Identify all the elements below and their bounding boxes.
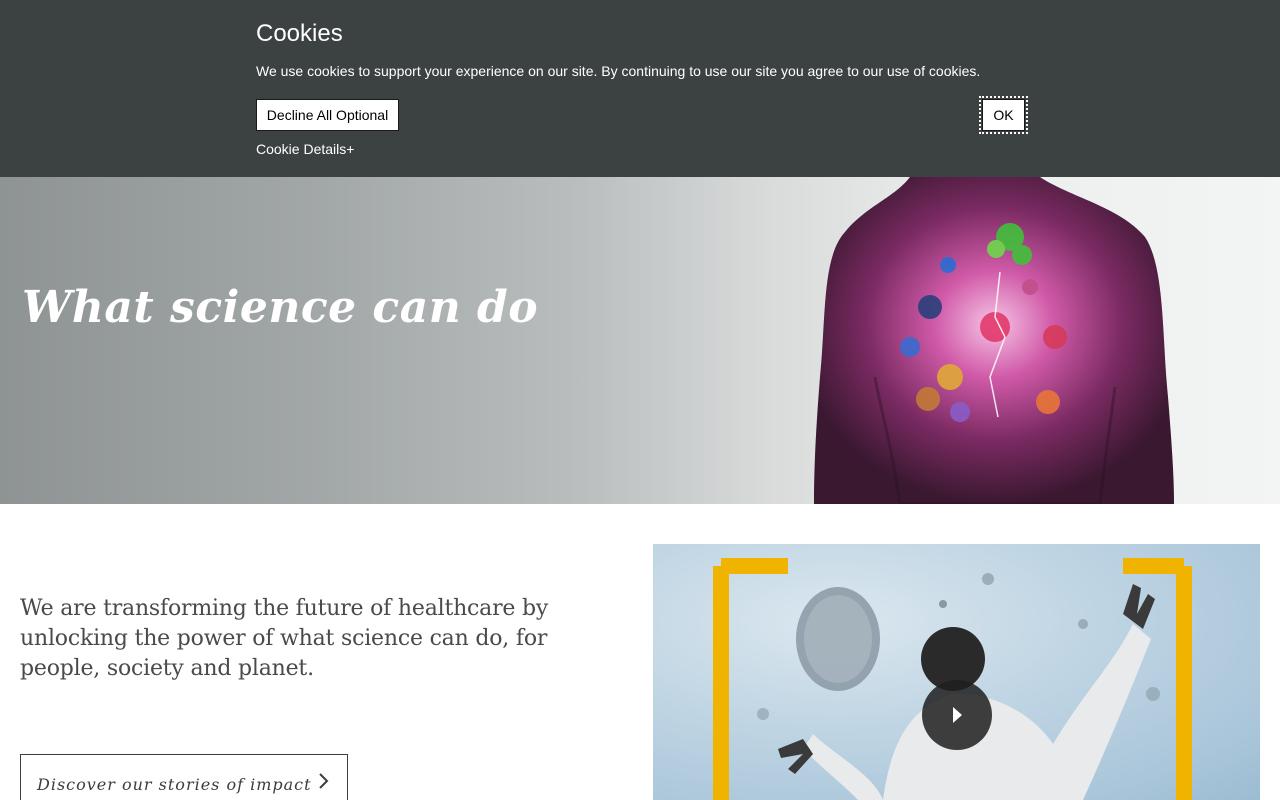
cookie-title: Cookies: [256, 20, 343, 47]
chevron-right-icon: [319, 773, 329, 789]
play-icon: [953, 707, 962, 723]
human-back-illustration: [814, 177, 1174, 504]
cookie-banner: Cookies We use cookies to support your e…: [0, 0, 1280, 177]
cookie-message: We use cookies to support your experienc…: [256, 63, 981, 79]
hero-title: What science can do: [22, 282, 539, 333]
video-thumbnail[interactable]: [653, 544, 1260, 800]
hero-banner: What science can do: [0, 177, 1280, 504]
ok-button[interactable]: OK: [979, 96, 1028, 134]
decline-optional-button[interactable]: Decline All Optional: [256, 99, 399, 131]
discover-stories-button[interactable]: Discover our stories of impact: [20, 754, 348, 800]
play-button[interactable]: [922, 680, 992, 750]
intro-statement: We are transforming the future of health…: [20, 596, 549, 681]
discover-stories-label: Discover our stories of impact: [37, 774, 312, 794]
cookie-details-link[interactable]: Cookie Details+: [256, 141, 354, 157]
scientist-image: [713, 558, 1192, 800]
